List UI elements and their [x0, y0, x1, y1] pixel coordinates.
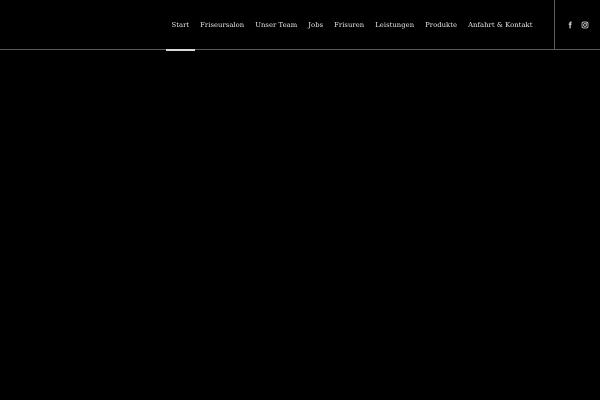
nav-item-leistungen[interactable]: Leistungen	[370, 0, 420, 50]
nav-item-produkte[interactable]: Produkte	[420, 0, 463, 50]
nav-item-label: Leistungen	[375, 21, 415, 29]
site-header: Start Friseursalon Unser Team Jobs Frisu…	[0, 0, 600, 51]
facebook-icon	[568, 21, 572, 29]
hero-area	[0, 51, 600, 400]
instagram-link[interactable]	[581, 21, 590, 30]
social-links	[554, 0, 600, 50]
nav-item-label: Start	[171, 21, 190, 29]
nav-item-unser-team[interactable]: Unser Team	[250, 0, 303, 50]
nav-item-label: Anfahrt & Kontakt	[468, 21, 533, 29]
nav-item-label: Friseursalon	[200, 21, 245, 29]
main-navigation: Start Friseursalon Unser Team Jobs Frisu…	[165, 0, 538, 51]
instagram-icon	[581, 21, 589, 29]
nav-item-start[interactable]: Start	[165, 0, 195, 51]
nav-item-label: Frisuren	[334, 21, 365, 29]
nav-item-friseursalon[interactable]: Friseursalon	[195, 0, 250, 50]
facebook-link[interactable]	[566, 21, 575, 30]
nav-item-label: Unser Team	[255, 21, 298, 29]
nav-item-anfahrt-kontakt[interactable]: Anfahrt & Kontakt	[463, 0, 538, 50]
nav-item-label: Produkte	[425, 21, 458, 29]
nav-item-jobs[interactable]: Jobs	[303, 0, 329, 50]
nav-item-frisuren[interactable]: Frisuren	[329, 0, 370, 50]
nav-item-label: Jobs	[308, 21, 324, 29]
